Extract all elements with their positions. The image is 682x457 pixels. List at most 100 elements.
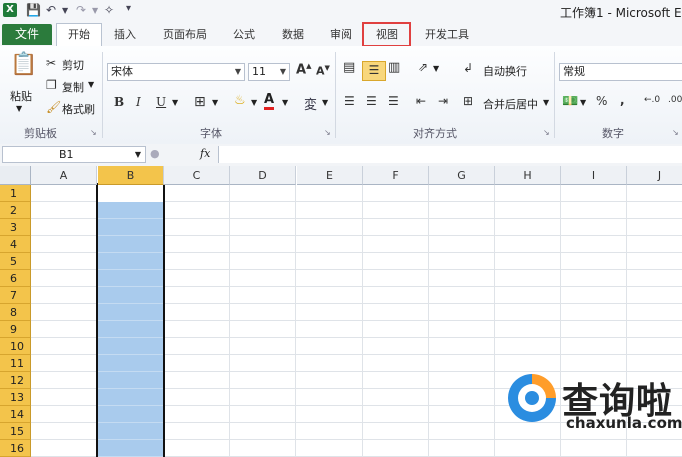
column-header-g[interactable]: G <box>429 166 495 185</box>
copy-icon[interactable]: ❐ <box>46 78 57 92</box>
tab-review[interactable]: 审阅 <box>330 26 352 42</box>
tab-insert[interactable]: 插入 <box>114 26 136 42</box>
column-header-d[interactable]: D <box>230 166 296 185</box>
column-header-b[interactable]: B <box>98 166 164 185</box>
accounting-dropdown-icon[interactable]: ▼ <box>580 98 586 107</box>
number-format-combo[interactable]: 常规 <box>559 63 682 81</box>
row-header-4[interactable]: 4 <box>0 236 31 253</box>
row-header-12[interactable]: 12 <box>0 372 31 389</box>
wrap-text-icon[interactable]: ↲ <box>463 61 473 75</box>
row-header-1[interactable]: 1 <box>0 185 31 202</box>
merge-center-icon[interactable]: ⊞ <box>463 94 473 108</box>
chevron-down-icon: ▼ <box>279 67 286 76</box>
font-size-combo[interactable]: 11 ▼ <box>248 63 290 81</box>
font-launcher-icon[interactable]: ↘ <box>324 128 331 137</box>
row-header-5[interactable]: 5 <box>0 253 31 270</box>
column-header-c[interactable]: C <box>164 166 230 185</box>
align-left-icon[interactable]: ☰ <box>344 94 355 108</box>
column-header-j[interactable]: J <box>627 166 682 185</box>
percent-style-button[interactable]: % <box>596 94 607 108</box>
font-color-icon[interactable]: A <box>264 93 275 110</box>
phonetic-guide-icon[interactable]: 変 <box>304 94 317 113</box>
clipboard-launcher-icon[interactable]: ↘ <box>90 128 97 137</box>
underline-dropdown-icon[interactable]: ▼ <box>172 98 178 107</box>
row-header-9[interactable]: 9 <box>0 321 31 338</box>
font-color-dropdown-icon[interactable]: ▼ <box>282 98 288 107</box>
merge-dropdown-icon[interactable]: ▼ <box>543 98 549 107</box>
row-header-14[interactable]: 14 <box>0 406 31 423</box>
tab-formulas[interactable]: 公式 <box>233 26 255 42</box>
align-bottom-icon[interactable]: ▥ <box>388 60 400 75</box>
paste-button[interactable]: 粘贴 <box>10 88 32 104</box>
row-header-8[interactable]: 8 <box>0 304 31 321</box>
row-header-10[interactable]: 10 <box>0 338 31 355</box>
column-header-a[interactable]: A <box>31 166 97 185</box>
quick-access-menu-icon[interactable]: ▾ <box>126 3 131 14</box>
save-icon[interactable]: 💾 <box>26 3 41 17</box>
fill-color-icon[interactable]: ♨ <box>234 93 246 108</box>
font-name-combo[interactable]: 宋体 ▼ <box>107 63 245 81</box>
row-header-3[interactable]: 3 <box>0 219 31 236</box>
formula-input[interactable] <box>218 146 682 163</box>
column-header-h[interactable]: H <box>495 166 561 185</box>
insert-function-button[interactable]: fx <box>200 147 210 160</box>
align-right-icon[interactable]: ☰ <box>388 94 399 108</box>
undo-icon[interactable]: ↶ <box>46 3 56 17</box>
undo-dropdown-icon[interactable]: ▼ <box>62 6 68 15</box>
row-header-6[interactable]: 6 <box>0 270 31 287</box>
paste-icon[interactable]: 📋 <box>10 52 37 77</box>
row-header-13[interactable]: 13 <box>0 389 31 406</box>
column-header-e[interactable]: E <box>297 166 363 185</box>
redo-icon[interactable]: ↷ <box>76 3 86 17</box>
column-header-i[interactable]: I <box>561 166 627 185</box>
tab-developer[interactable]: 开发工具 <box>425 26 469 42</box>
row-header-2[interactable]: 2 <box>0 202 31 219</box>
format-painter-icon[interactable]: 🖌 <box>46 100 61 114</box>
align-top-icon[interactable]: ▤ <box>343 60 355 75</box>
bold-button[interactable]: B <box>114 95 124 109</box>
redo-dropdown-icon[interactable]: ▼ <box>92 6 98 15</box>
phonetic-dropdown-icon[interactable]: ▼ <box>322 98 328 107</box>
format-painter-button[interactable]: 格式刷 <box>62 101 95 117</box>
chevron-down-icon[interactable]: ▼ <box>135 147 141 162</box>
accounting-format-icon[interactable]: 💵 <box>562 94 578 109</box>
comma-style-button[interactable]: , <box>620 93 625 107</box>
tab-page-layout[interactable]: 页面布局 <box>163 26 207 42</box>
increase-indent-icon[interactable]: ⇥ <box>438 94 448 108</box>
row-header-15[interactable]: 15 <box>0 423 31 440</box>
borders-dropdown-icon[interactable]: ▼ <box>212 98 218 107</box>
tab-file[interactable]: 文件 <box>2 24 52 45</box>
align-center-icon[interactable]: ☰ <box>366 94 377 108</box>
wrap-text-button[interactable]: 自动换行 <box>483 63 527 79</box>
italic-button[interactable]: I <box>136 95 141 109</box>
decrease-decimal-icon[interactable]: .00 <box>668 95 682 105</box>
tab-home[interactable]: 开始 <box>56 23 102 47</box>
tab-data[interactable]: 数据 <box>282 26 304 42</box>
copy-dropdown-icon[interactable]: ▼ <box>88 80 94 89</box>
align-middle-icon[interactable]: ☰ <box>362 61 386 81</box>
orientation-icon[interactable]: ⇗ <box>418 60 428 74</box>
fill-color-dropdown-icon[interactable]: ▼ <box>251 98 257 107</box>
customize-icon[interactable]: ✧ <box>104 3 114 17</box>
grow-font-icon[interactable]: A▲ <box>296 62 311 77</box>
number-launcher-icon[interactable]: ↘ <box>672 128 679 137</box>
row-header-16[interactable]: 16 <box>0 440 31 457</box>
borders-icon[interactable]: ⊞ <box>194 94 206 110</box>
paste-dropdown-icon[interactable]: ▼ <box>16 104 22 113</box>
orientation-dropdown-icon[interactable]: ▼ <box>433 64 439 73</box>
alignment-launcher-icon[interactable]: ↘ <box>543 128 550 137</box>
merge-center-button[interactable]: 合并后居中 <box>483 96 538 112</box>
column-header-f[interactable]: F <box>363 166 429 185</box>
select-all-corner[interactable] <box>0 166 31 185</box>
underline-button[interactable]: U <box>156 95 166 109</box>
excel-logo-icon[interactable]: X <box>3 3 17 17</box>
shrink-font-icon[interactable]: A▼ <box>316 64 330 78</box>
increase-decimal-icon[interactable]: ←.0 <box>644 95 660 105</box>
cut-icon[interactable]: ✂ <box>46 56 56 70</box>
name-box[interactable]: B1 ▼ <box>2 146 146 163</box>
row-header-7[interactable]: 7 <box>0 287 31 304</box>
row-header-11[interactable]: 11 <box>0 355 31 372</box>
cut-button[interactable]: 剪切 <box>62 57 84 73</box>
copy-button[interactable]: 复制 <box>62 79 84 95</box>
decrease-indent-icon[interactable]: ⇤ <box>416 94 426 108</box>
